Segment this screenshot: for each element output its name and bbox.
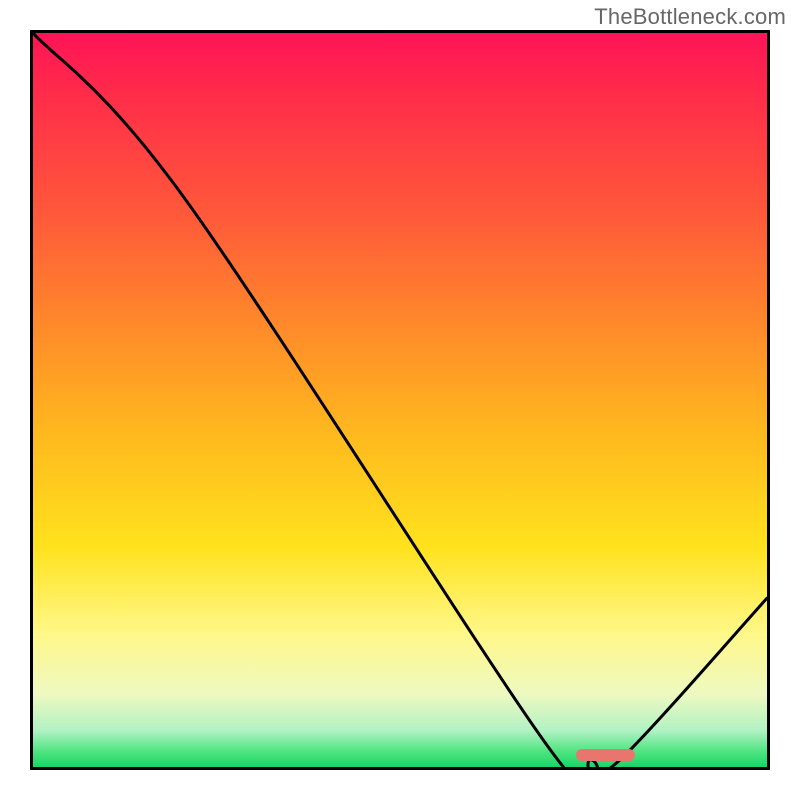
bottleneck-curve [33,33,767,767]
optimum-marker [576,749,635,761]
plot-frame [30,30,770,770]
watermark-text: TheBottleneck.com [594,4,786,30]
curve-path [33,33,767,767]
chart-container: TheBottleneck.com [0,0,800,800]
